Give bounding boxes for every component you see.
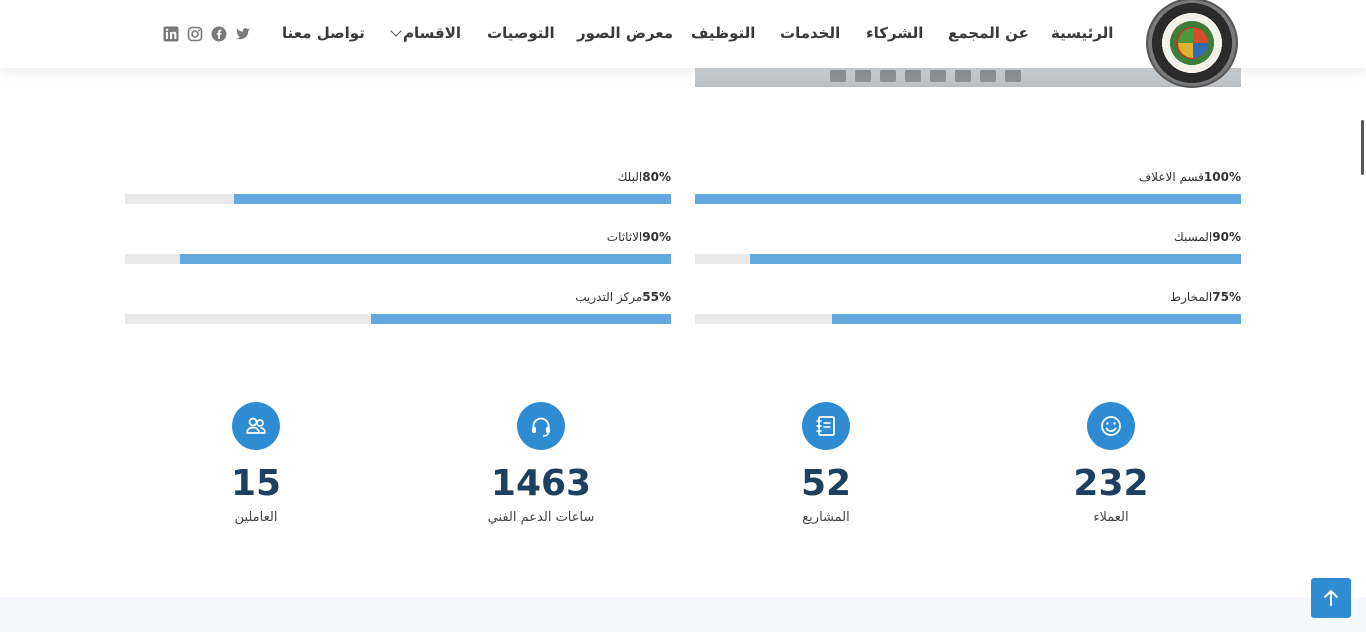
- journal-icon: [802, 402, 850, 450]
- progress-fill: [179, 254, 671, 264]
- logo-emblem: [1178, 28, 1208, 58]
- counter-employees: 15 العاملين: [156, 402, 356, 525]
- skill-training: 55%مركز التدريب: [125, 290, 671, 330]
- progress-track: [125, 254, 671, 264]
- skill-label: 55%مركز التدريب: [575, 290, 671, 304]
- skill-foundry: 90%المسبك: [695, 230, 1241, 270]
- progress-fill: [749, 254, 1241, 264]
- skill-label: 100%قسم الاعلاف: [1138, 170, 1241, 184]
- skill-label: 90%الاثاثات: [606, 230, 671, 244]
- counter-label: المشاريع: [802, 510, 850, 525]
- smile-icon: [1087, 402, 1135, 450]
- instagram-icon[interactable]: [187, 26, 203, 42]
- skill-block: 80%البلك: [125, 170, 671, 210]
- skill-feed: 100%قسم الاعلاف: [695, 170, 1241, 210]
- chevron-down-icon: [390, 25, 402, 37]
- arrow-up-icon: [1324, 590, 1338, 606]
- skill-lathes: 75%المخارط: [695, 290, 1241, 330]
- counter-label: العملاء: [1093, 510, 1129, 525]
- next-section: [0, 597, 1366, 632]
- progress-fill: [234, 194, 671, 204]
- scroll-to-top-button[interactable]: [1311, 578, 1351, 618]
- nav-about[interactable]: عن المجمع: [948, 24, 1029, 42]
- progress-track: [695, 254, 1241, 264]
- twitter-icon[interactable]: [235, 26, 251, 42]
- skill-furniture: 90%الاثاثات: [125, 230, 671, 270]
- counter-projects: 52 المشاريع: [726, 402, 926, 525]
- progress-track: [125, 194, 671, 204]
- page-scrollbar[interactable]: [1361, 120, 1364, 175]
- progress-track: [125, 314, 671, 324]
- nav-jobs[interactable]: التوظيف: [691, 24, 755, 42]
- site-logo[interactable]: [1146, 0, 1238, 88]
- nav-partners[interactable]: الشركاء: [866, 24, 923, 42]
- people-icon: [232, 402, 280, 450]
- nav-contact[interactable]: تواصل معنا: [282, 24, 365, 42]
- counter-clients: 232 العملاء: [1011, 402, 1211, 525]
- progress-track: [695, 194, 1241, 204]
- progress-fill: [831, 314, 1241, 324]
- skill-label: 75%المخارط: [1170, 290, 1241, 304]
- linkedin-icon[interactable]: [163, 26, 179, 42]
- skill-label: 90%المسبك: [1173, 230, 1241, 244]
- counter-label: العاملين: [234, 510, 278, 525]
- counter-support-hours: 1463 ساعات الدعم الفني: [441, 402, 641, 525]
- counter-value: 15: [230, 463, 282, 504]
- skill-label: 80%البلك: [617, 170, 671, 184]
- facebook-icon[interactable]: [211, 26, 227, 42]
- site-header: الرئيسية عن المجمع الشركاء الخدمات التوظ…: [0, 0, 1366, 88]
- nav-home[interactable]: الرئيسية: [1051, 24, 1113, 42]
- headset-icon: [517, 402, 565, 450]
- nav-recommendations[interactable]: التوصيات: [487, 24, 555, 42]
- counter-value: 232: [1073, 463, 1149, 504]
- progress-track: [695, 314, 1241, 324]
- nav-gallery[interactable]: معرض الصور: [577, 24, 673, 42]
- counter-value: 52: [800, 463, 852, 504]
- progress-fill: [695, 194, 1241, 204]
- nav-sections[interactable]: الاقسام: [403, 24, 461, 42]
- counter-value: 1463: [490, 463, 592, 504]
- counter-label: ساعات الدعم الفني: [487, 510, 595, 525]
- nav-services[interactable]: الخدمات: [780, 24, 840, 42]
- progress-fill: [370, 314, 671, 324]
